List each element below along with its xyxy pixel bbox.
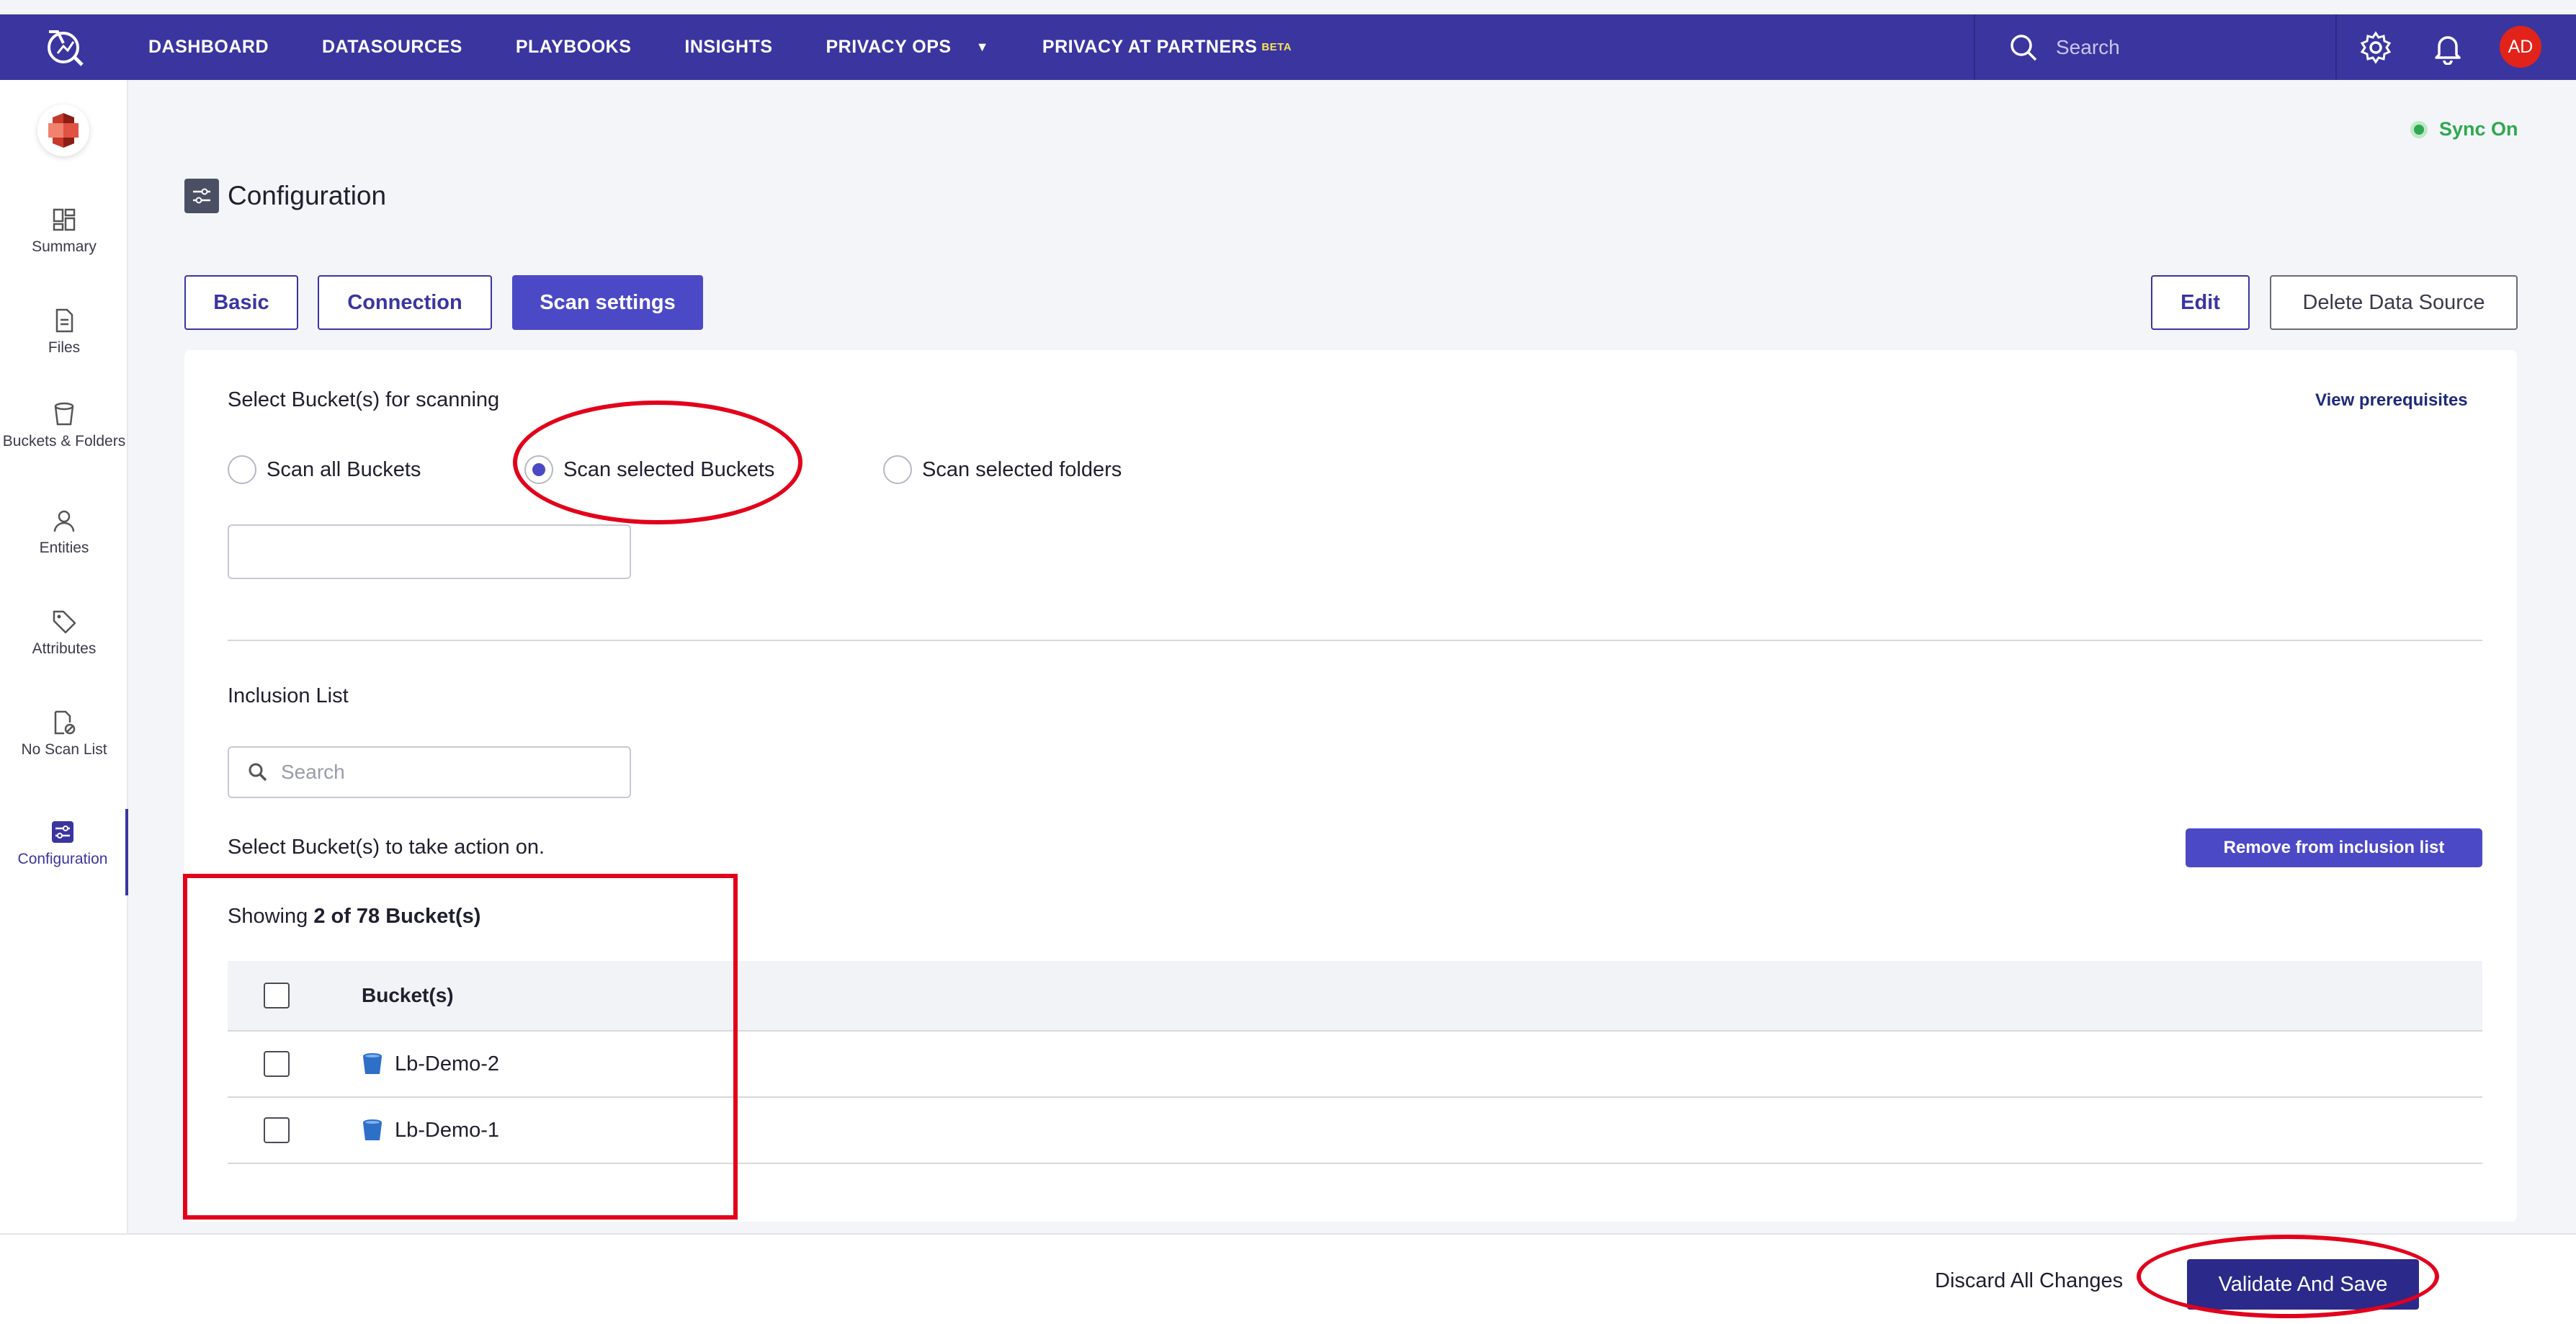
radio-label: Scan selected Buckets — [563, 457, 775, 481]
inclusion-search[interactable] — [228, 746, 631, 798]
sidebar-item-label: No Scan List — [21, 741, 107, 758]
radio-label: Scan selected folders — [922, 457, 1122, 481]
status-dot-icon — [2410, 120, 2428, 138]
search-icon — [2011, 34, 2037, 61]
top-navbar: DASHBOARD DATASOURCES PLAYBOOKS INSIGHTS… — [0, 14, 2576, 80]
radio-button[interactable] — [883, 455, 912, 484]
sidebar-item-label: Files — [48, 339, 81, 356]
global-search[interactable] — [2008, 14, 2330, 80]
no-scan-icon — [54, 710, 76, 735]
page-title-text: Configuration — [228, 181, 387, 210]
annotation-rectangle — [183, 874, 738, 1220]
nav-privacy-at-partners-label: PRIVACY AT PARTNERS — [1042, 37, 1258, 57]
radio-button[interactable] — [228, 455, 256, 484]
bucket-icon — [54, 402, 74, 426]
sync-status: Sync On — [2410, 118, 2518, 140]
delete-data-source-button[interactable]: Delete Data Source — [2270, 275, 2518, 330]
sidebar-item-label: Summary — [32, 238, 97, 255]
amazon-s3-icon — [48, 113, 79, 148]
sidebar-item-label: Entities — [39, 540, 89, 556]
sidebar-item-files[interactable]: Files — [0, 308, 128, 357]
radio-scan-selected-folders[interactable]: Scan selected folders — [883, 455, 1122, 484]
sidebar-item-attributes[interactable]: Attributes — [0, 609, 128, 658]
bell-icon[interactable] — [2430, 30, 2465, 65]
radio-scan-selected-buckets[interactable]: Scan selected Buckets — [524, 455, 774, 484]
app-logo-icon[interactable] — [42, 24, 88, 71]
remove-from-inclusion-list-button[interactable]: Remove from inclusion list — [2186, 828, 2482, 867]
select-hint: Select Bucket(s) to take action on. — [228, 836, 545, 859]
sidebar-item-label: Configuration — [17, 851, 108, 867]
radio-scan-all-buckets[interactable]: Scan all Buckets — [228, 455, 421, 484]
user-icon — [53, 510, 75, 532]
bucket-name-input[interactable] — [228, 524, 631, 579]
side-navigation: Summary Files Buckets & Folders Entities… — [0, 80, 128, 1324]
inclusion-search-input[interactable] — [281, 761, 612, 784]
tab-connection[interactable]: Connection — [318, 275, 492, 330]
sidebar-item-buckets-folders[interactable]: Buckets & Folders — [0, 401, 128, 450]
sidebar-item-label: Buckets & Folders — [2, 433, 126, 449]
chevron-down-icon[interactable]: ▼ — [976, 40, 989, 55]
radio-label: Scan all Buckets — [267, 457, 421, 481]
nav-divider — [2335, 14, 2337, 80]
tag-icon — [53, 610, 76, 634]
search-icon — [249, 763, 267, 782]
nav-privacy-at-partners[interactable]: PRIVACY AT PARTNERS BETA — [1042, 37, 1292, 58]
configuration-icon — [184, 179, 219, 213]
file-icon — [55, 308, 73, 333]
gear-icon[interactable] — [2358, 30, 2393, 65]
user-avatar[interactable]: AD — [2500, 26, 2541, 68]
tab-scan-settings[interactable]: Scan settings — [512, 275, 703, 330]
summary-icon — [53, 208, 76, 231]
discard-all-changes-button[interactable]: Discard All Changes — [1935, 1269, 2123, 1293]
nav-datasources[interactable]: DATASOURCES — [322, 37, 462, 58]
inclusion-list-title: Inclusion List — [228, 684, 349, 707]
edit-button[interactable]: Edit — [2151, 275, 2250, 330]
tab-basic[interactable]: Basic — [184, 275, 298, 330]
beta-badge: BETA — [1261, 41, 1292, 53]
page-title: Configuration — [184, 179, 386, 213]
configuration-icon — [52, 821, 73, 843]
nav-privacy-ops-label: PRIVACY OPS — [826, 37, 952, 57]
sidebar-item-no-scan-list[interactable]: No Scan List — [0, 710, 128, 759]
global-search-input[interactable] — [2056, 35, 2330, 59]
sidebar-item-label: Attributes — [32, 640, 97, 657]
nav-divider — [1974, 14, 1975, 80]
sidebar-item-entities[interactable]: Entities — [0, 508, 128, 557]
sync-status-label: Sync On — [2439, 118, 2518, 140]
datasource-logo — [37, 104, 89, 156]
radio-button-selected[interactable] — [524, 455, 553, 484]
nav-privacy-ops[interactable]: PRIVACY OPS ▼ — [826, 37, 989, 58]
nav-playbooks[interactable]: PLAYBOOKS — [516, 37, 632, 58]
validate-and-save-button[interactable]: Validate And Save — [2187, 1259, 2419, 1310]
sidebar-item-summary[interactable]: Summary — [0, 207, 128, 256]
scan-section-label: Select Bucket(s) for scanning — [228, 388, 500, 411]
section-divider — [228, 640, 2482, 641]
nav-insights[interactable]: INSIGHTS — [684, 37, 772, 58]
view-prerequisites-link[interactable]: View prerequisites — [2315, 390, 2468, 411]
nav-dashboard[interactable]: DASHBOARD — [148, 37, 269, 58]
sidebar-item-configuration[interactable]: Configuration — [0, 809, 128, 895]
